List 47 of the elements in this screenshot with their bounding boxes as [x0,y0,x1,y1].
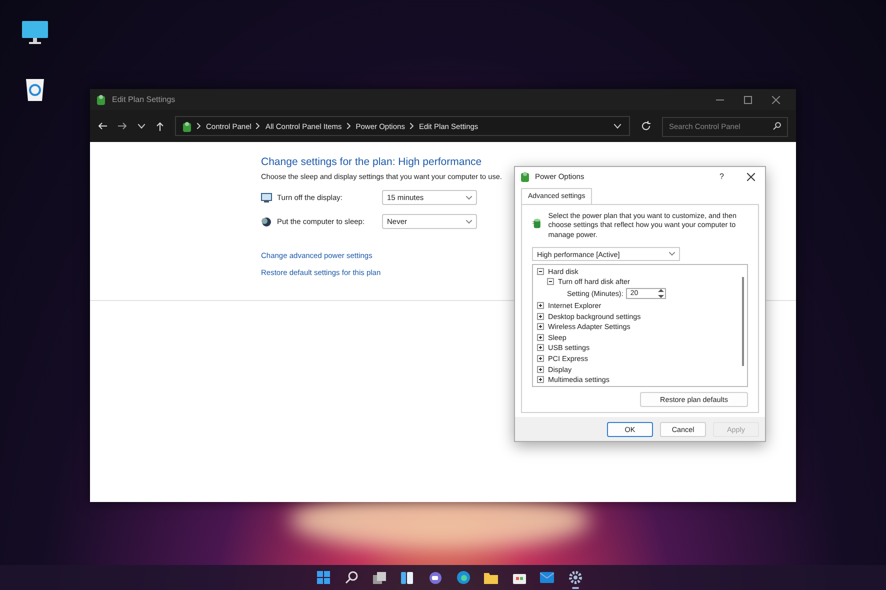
widgets-icon [401,572,413,584]
monitor-icon[interactable] [21,20,49,46]
chevron-down-icon[interactable] [138,124,145,128]
chevron-down-icon [466,196,472,200]
power-options-icon [96,94,106,105]
expand-icon[interactable] [537,366,544,373]
recycle-bin-icon[interactable] [24,76,46,102]
expand-icon[interactable] [537,355,544,362]
gear-icon [568,571,582,584]
expand-icon[interactable] [537,323,544,330]
power-options-icon [182,120,192,132]
refresh-icon[interactable] [641,121,651,131]
mail-icon [540,572,554,583]
collapse-icon[interactable] [547,278,554,286]
expand-icon[interactable] [537,302,544,310]
chevron-right-icon [197,123,201,129]
plan-heading: Change settings for the plan: High performance [261,156,482,168]
moon-icon [261,216,272,226]
expand-icon[interactable] [537,334,544,341]
spin-arrows-icon [658,289,664,298]
chevron-right-icon [410,123,414,129]
chevron-down-icon [669,252,675,256]
search-icon [344,571,358,584]
windows-logo-icon [316,571,330,584]
expand-icon[interactable] [537,312,544,320]
chevron-right-icon [346,123,351,129]
chevron-down-icon [466,220,472,224]
task-view-icon [372,572,386,584]
up-arrow-icon[interactable] [156,122,164,130]
monitor-icon [261,192,272,202]
browser-icon [456,571,470,584]
back-arrow-icon[interactable] [98,122,107,130]
maximize-icon[interactable] [744,96,752,104]
power-options-icon [520,171,530,182]
collapse-icon[interactable] [537,268,544,275]
window-title: Edit Plan Settings [112,95,176,104]
search-icon [773,122,781,130]
chat-icon [428,572,442,584]
chevron-down-icon[interactable] [614,124,621,128]
chevron-right-icon [256,123,260,129]
expand-icon[interactable] [537,376,544,384]
store-icon [512,571,526,584]
folder-icon [484,572,498,584]
expand-icon[interactable] [537,344,544,352]
close-icon[interactable] [747,172,755,180]
help-button[interactable]: ? [720,172,724,181]
forward-arrow-icon[interactable] [118,122,127,130]
